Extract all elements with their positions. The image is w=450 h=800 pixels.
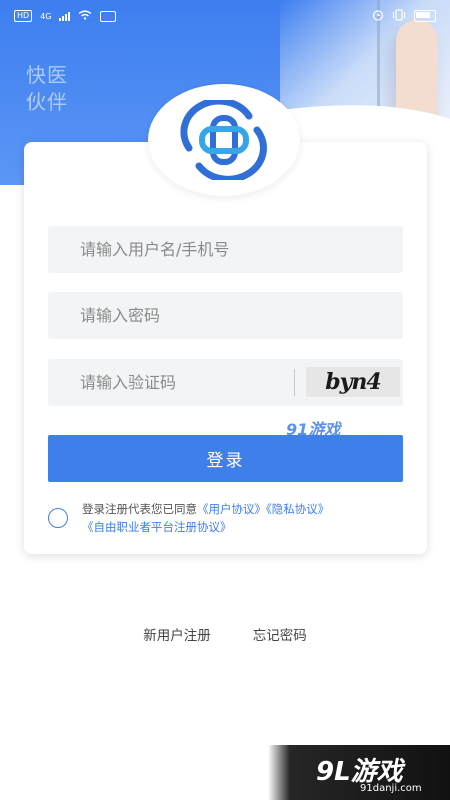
captcha-image[interactable]: byn4 bbox=[306, 367, 400, 397]
captcha-text: byn4 bbox=[325, 369, 381, 395]
network-type-label: 4G bbox=[40, 11, 52, 21]
status-bar-left: HD 4G bbox=[14, 10, 117, 23]
watermark-bottom-sub: 91danji.com bbox=[360, 783, 422, 794]
hd-badge: HD bbox=[14, 10, 33, 22]
battery-icon bbox=[414, 10, 436, 22]
vibrate-icon bbox=[392, 8, 406, 24]
freelancer-agreement-link[interactable]: 《自由职业者平台注册协议》 bbox=[82, 520, 232, 534]
status-bar: HD 4G bbox=[0, 0, 450, 32]
captcha-input[interactable] bbox=[78, 372, 292, 393]
agreement-text: 登录注册代表您已同意《用户协议》《隐私协议》 《自由职业者平台注册协议》 bbox=[82, 500, 412, 536]
username-input[interactable] bbox=[78, 239, 373, 260]
slogan-line-1: 快医 bbox=[26, 63, 68, 87]
privacy-policy-link[interactable]: 《隐私协议》 bbox=[266, 502, 329, 516]
alarm-icon bbox=[372, 9, 384, 24]
username-field[interactable] bbox=[48, 226, 403, 273]
status-bar-right bbox=[372, 8, 436, 24]
slogan-line-2: 伙伴 bbox=[26, 90, 68, 114]
agreement-checkbox[interactable] bbox=[48, 508, 68, 528]
notification-icon bbox=[100, 10, 117, 22]
wifi-icon bbox=[78, 10, 92, 23]
signal-bars-icon bbox=[59, 11, 71, 21]
user-agreement-link[interactable]: 《用户协议》 bbox=[197, 502, 266, 516]
password-input[interactable] bbox=[78, 305, 373, 326]
watermark-mid-main: 91游戏 bbox=[286, 420, 341, 439]
watermark-bottom: 9L游戏 91danji.com bbox=[268, 745, 450, 800]
captcha-divider bbox=[294, 369, 295, 396]
watermark-mid-sub: 91danji.com bbox=[312, 438, 362, 447]
bottom-links: 新用户注册 忘记密码 bbox=[0, 624, 450, 646]
password-field[interactable] bbox=[48, 292, 403, 339]
watermark-mid: 91游戏 91danji.com bbox=[286, 416, 361, 447]
app-logo bbox=[148, 84, 300, 196]
captcha-field[interactable]: byn4 bbox=[48, 359, 403, 406]
forgot-password-link[interactable]: 忘记密码 bbox=[253, 624, 307, 646]
register-link[interactable]: 新用户注册 bbox=[143, 624, 211, 646]
medical-cross-logo-icon bbox=[180, 100, 267, 180]
login-card: byn4 登录 登录注册代表您已同意《用户协议》《隐私协议》 《自由职业者平台注… bbox=[24, 142, 427, 554]
brand-slogan: 快医 伙伴 bbox=[26, 62, 86, 116]
agreement-prefix: 登录注册代表您已同意 bbox=[82, 502, 197, 516]
